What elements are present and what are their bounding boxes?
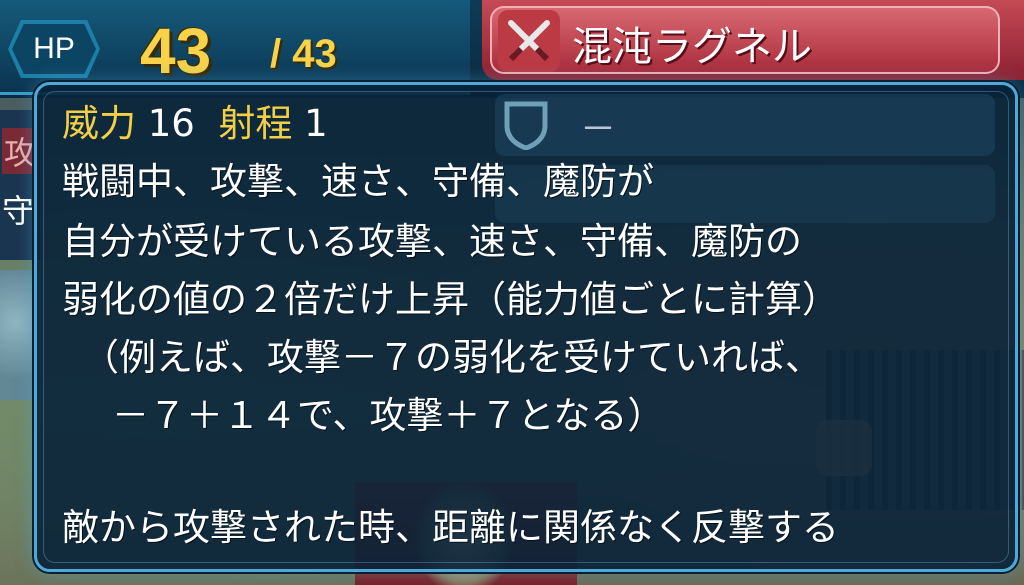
range-value: 1 [304, 102, 328, 145]
description-line-1: 戦闘中、攻撃、速さ、守備、魔防が [62, 160, 654, 203]
assist-slot-value: － [580, 109, 617, 150]
hp-max-value: / 43 [270, 32, 337, 76]
might-label: 威力 [62, 102, 136, 145]
atk-stat-label: 攻 [2, 128, 39, 174]
def-stat-label: 守 [2, 192, 35, 230]
might-value: 16 [147, 102, 195, 145]
description-line-4: （例えば、攻撃－７の弱化を受けていれば、 [82, 336, 822, 379]
weapon-name: 混沌ラグネル [572, 24, 812, 70]
hp-current-value: 43 [140, 15, 212, 87]
hp-label: HP [12, 24, 96, 74]
description-line-5: －７＋１４で、攻撃＋７となる） [112, 394, 665, 437]
range-label: 射程 [218, 102, 293, 145]
description-line-3: 弱化の値の２倍だけ上昇（能力値ごとに計算） [62, 278, 839, 321]
shield-icon [503, 100, 549, 151]
crossed-swords-icon [498, 10, 560, 72]
description-line-6: 敵から攻撃された時、距離に関係なく反撃する [62, 506, 839, 549]
description-line-2: 自分が受けている攻撃、速さ、守備、魔防の [62, 220, 802, 263]
assist-slot [495, 94, 995, 156]
weapon-stats-line: 威力 16 射程 1 [62, 102, 328, 146]
